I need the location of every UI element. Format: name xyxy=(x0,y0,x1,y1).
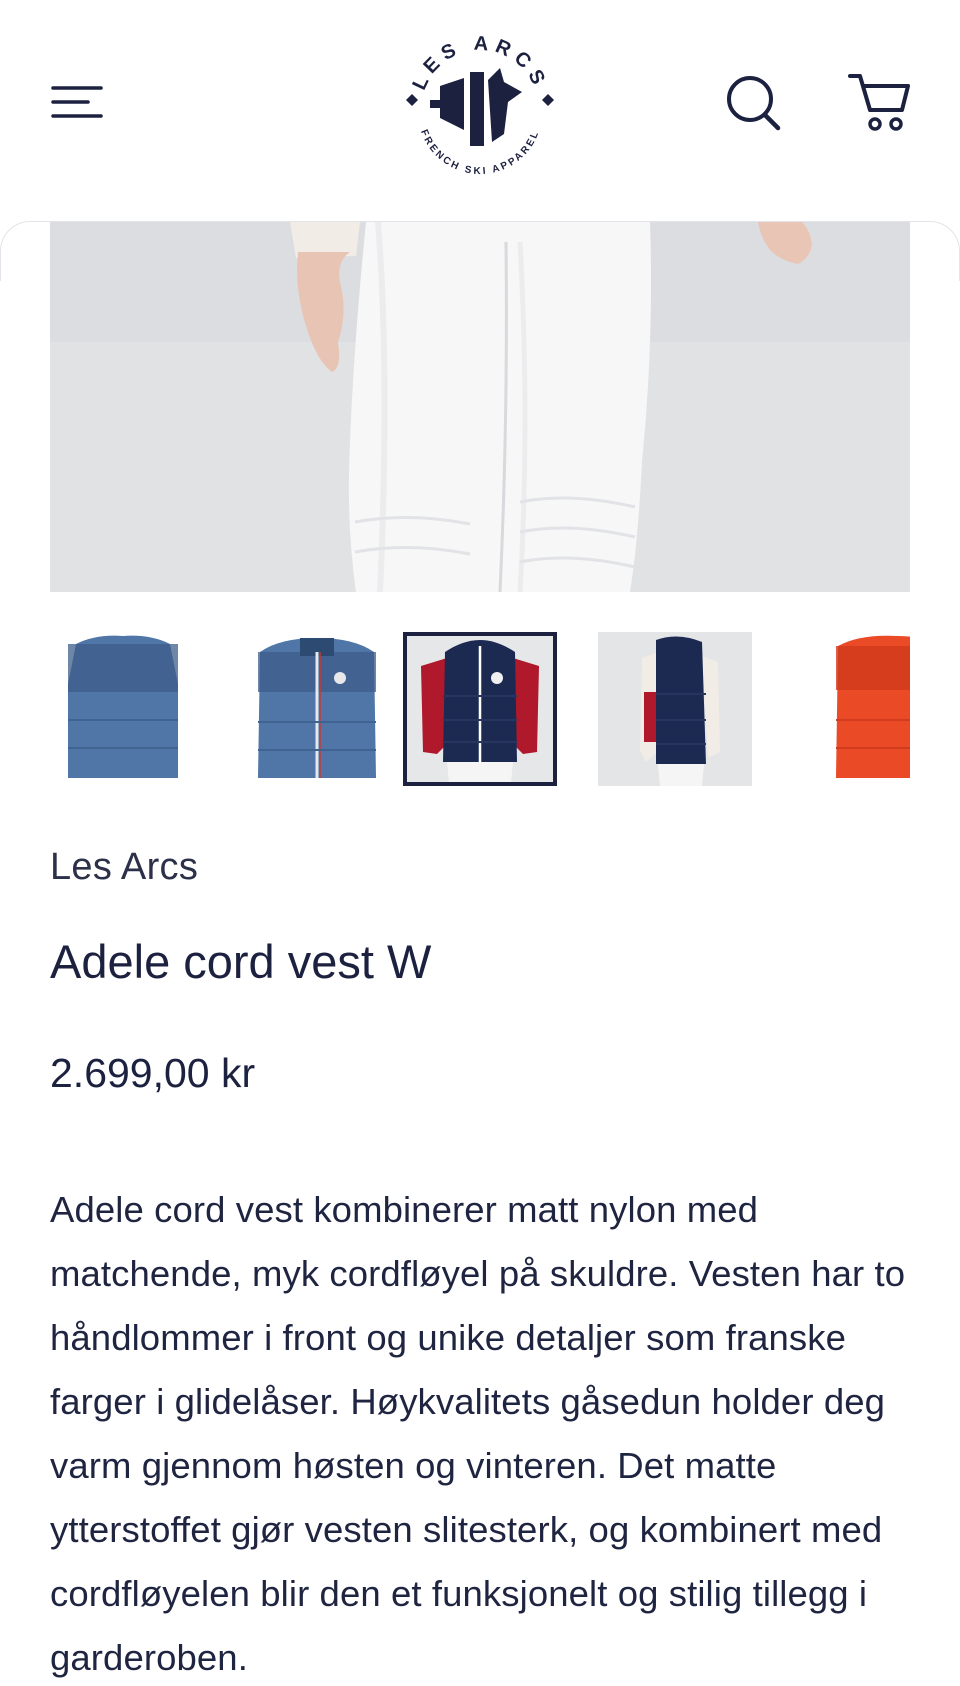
thumbnail-navy-vest-model[interactable] xyxy=(403,632,557,786)
main-product-image[interactable] xyxy=(50,222,910,592)
les-arcs-logo[interactable]: LES ARCS FRENCH SKI APPAREL xyxy=(400,20,560,190)
product-price: 2.699,00 kr xyxy=(50,1050,256,1096)
search-icon[interactable] xyxy=(724,72,786,134)
product-brand[interactable]: Les Arcs xyxy=(50,846,198,889)
thumbnail-blue-vest-zip[interactable] xyxy=(240,632,394,786)
thumbnail-orange-vest[interactable] xyxy=(816,632,910,786)
thumbnail-navy-vest-back[interactable] xyxy=(598,632,752,786)
site-header: LES ARCS FRENCH SKI APPAREL xyxy=(0,0,960,222)
cart-icon[interactable] xyxy=(848,72,912,134)
hamburger-menu-icon[interactable] xyxy=(50,82,104,122)
product-title: Adele cord vest W xyxy=(50,935,432,988)
product-description: Adele cord vest kombinerer matt nylon me… xyxy=(50,1189,906,1678)
thumbnail-blue-vest-front[interactable] xyxy=(50,632,200,786)
thumbnail-strip xyxy=(50,632,910,786)
